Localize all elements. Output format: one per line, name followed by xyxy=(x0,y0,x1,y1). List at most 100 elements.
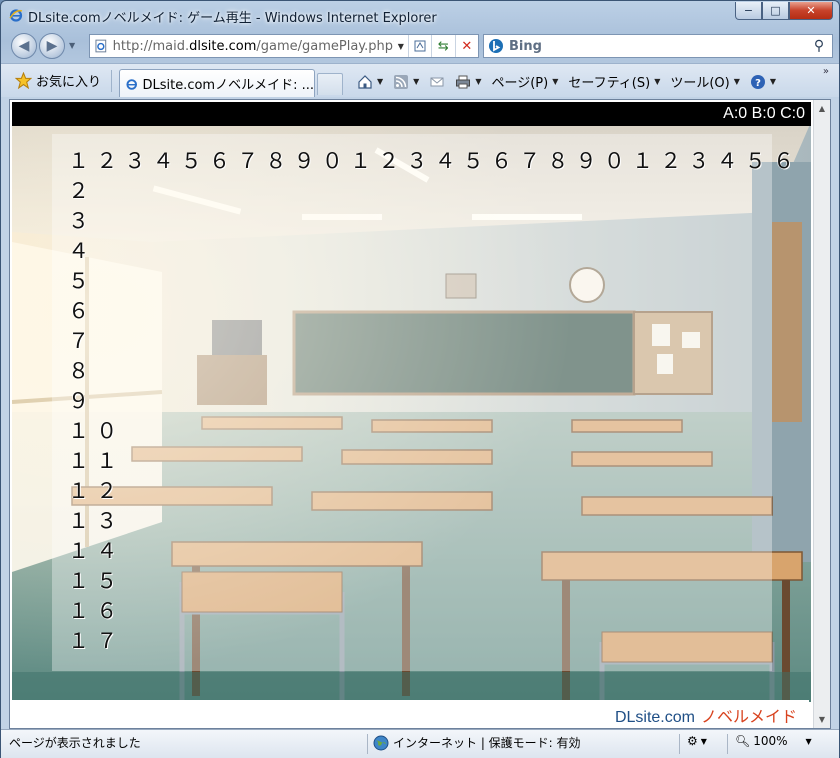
toolbar-separator xyxy=(111,70,112,92)
address-url[interactable]: http://maid.dlsite.com/game/gamePlay.php… xyxy=(113,39,394,54)
chevron-down-icon: ▼ xyxy=(769,77,777,86)
compatibility-icon xyxy=(414,40,426,52)
page-menu[interactable]: ページ(P) ▼ xyxy=(491,72,558,91)
new-tab-button[interactable] xyxy=(317,73,343,95)
security-zone[interactable]: インターネット | 保護モード: 有効 xyxy=(373,734,581,751)
text-line: １１ xyxy=(68,449,125,473)
chevron-down-icon: ▼ xyxy=(413,77,420,86)
text-line: ７ xyxy=(68,329,97,353)
status-separator xyxy=(679,734,680,754)
zoom-level: 100% xyxy=(753,734,788,748)
chevron-down-icon: ▼ xyxy=(377,77,384,86)
title-bar[interactable]: DLsite.comノベルメイド: ゲーム再生 - Windows Intern… xyxy=(1,1,839,29)
text-line: ８ xyxy=(68,359,97,383)
text-line: １５ xyxy=(68,569,125,593)
svg-text:?: ? xyxy=(755,78,761,89)
ie-logo-icon xyxy=(9,9,23,22)
status-bar: ページが表示されました インターネット | 保護モード: 有効 ⚙ ▼ 🔍︎ 1… xyxy=(1,729,839,758)
back-button[interactable]: ◀ xyxy=(11,33,37,59)
arrow-right-icon: ▶ xyxy=(46,38,58,54)
settings-icon: ⚙ xyxy=(687,734,698,748)
game-screen[interactable]: A:0 B:0 C:0 １２３４５６７８９０１２３４５６７８９０１２３４５６ ２… xyxy=(12,102,811,702)
chevron-down-icon: ▼ xyxy=(654,77,661,86)
text-line: ６ xyxy=(68,299,97,323)
status-message: ページが表示されました xyxy=(9,736,141,750)
text-line: １３ xyxy=(68,509,125,533)
brand-main: DLsite.com xyxy=(614,709,695,726)
navigation-bar: ◀ ▶ ▼ http://maid.dlsite.com/game/gamePl… xyxy=(1,29,839,63)
address-bar[interactable]: http://maid.dlsite.com/game/gamePlay.php… xyxy=(89,34,479,58)
score-display: A:0 B:0 C:0 xyxy=(723,105,805,122)
page-icon xyxy=(95,39,107,53)
vertical-scrollbar[interactable]: ▲ ▼ xyxy=(813,100,830,728)
home-button[interactable]: ▼ xyxy=(357,74,383,90)
recent-pages-dropdown[interactable]: ▼ xyxy=(69,41,75,50)
page-viewport: A:0 B:0 C:0 １２３４５６７８９０１２３４５６７８９０１２３４５６ ２… xyxy=(9,99,831,729)
status-separator xyxy=(367,734,368,754)
search-box[interactable]: Bing ⚲ xyxy=(483,34,833,58)
forward-button[interactable]: ▶ xyxy=(39,33,65,59)
text-line: １７ xyxy=(68,629,125,653)
brand-sub: ノベルメイド xyxy=(700,709,797,726)
refresh-icon: ⇆ xyxy=(437,38,449,54)
refresh-button[interactable]: ⇆ xyxy=(431,35,454,57)
popup-blocker-button[interactable]: ⚙ ▼ xyxy=(687,734,710,748)
safety-menu-label: セーフティ(S) xyxy=(568,76,651,91)
minimize-button[interactable]: − xyxy=(735,2,762,20)
search-icon[interactable]: ⚲ xyxy=(806,38,832,54)
chevron-down-icon: ▼ xyxy=(700,736,707,746)
star-icon xyxy=(15,72,32,89)
text-line: １６ xyxy=(68,599,125,623)
home-icon xyxy=(358,74,372,89)
command-bar: お気に入り DLsite.comノベルメイド: ... ▼ ▼ ▼ ページ(P)… xyxy=(1,63,839,97)
text-line: １２３４５６７８９０１２３４５６７８９０１２３４５６ xyxy=(68,149,802,173)
maximize-button[interactable]: □ xyxy=(762,2,789,20)
globe-icon xyxy=(373,735,389,750)
dlsite-logo[interactable]: DLsite.com ノベルメイド xyxy=(615,703,797,727)
chevron-down-icon: ▼ xyxy=(475,77,482,86)
message-window[interactable] xyxy=(52,134,772,671)
chevron-down-icon: ▼ xyxy=(552,77,559,86)
chevron-down-icon: ▼ xyxy=(805,736,812,746)
text-line: ３ xyxy=(68,209,97,233)
close-button[interactable]: ✕ xyxy=(789,2,833,20)
scroll-up-icon[interactable]: ▲ xyxy=(814,100,830,117)
status-separator xyxy=(727,734,728,754)
score-bar: A:0 B:0 C:0 xyxy=(12,102,811,126)
stop-icon: ✕ xyxy=(461,38,473,54)
stop-button[interactable]: ✕ xyxy=(454,35,478,57)
safety-menu[interactable]: セーフティ(S) ▼ xyxy=(568,72,660,91)
help-button[interactable]: ? ▼ xyxy=(750,74,776,90)
feeds-button[interactable]: ▼ xyxy=(393,74,419,90)
favorites-label: お気に入り xyxy=(36,75,102,90)
text-line: ９ xyxy=(68,389,97,413)
scroll-down-icon[interactable]: ▼ xyxy=(814,711,830,728)
browser-window: DLsite.comノベルメイド: ゲーム再生 - Windows Intern… xyxy=(0,0,840,758)
more-commands-icon[interactable]: » xyxy=(823,66,829,77)
text-line: １２ xyxy=(68,479,125,503)
rss-feed-icon xyxy=(394,74,409,89)
tools-menu[interactable]: ツール(O) ▼ xyxy=(670,72,740,91)
search-provider: Bing xyxy=(509,38,542,54)
zoom-icon: 🔍︎ xyxy=(735,734,751,748)
chevron-down-icon: ▼ xyxy=(733,77,740,86)
text-line: ４ xyxy=(68,239,97,263)
mail-button[interactable] xyxy=(429,74,445,90)
compatibility-view-button[interactable] xyxy=(407,35,431,57)
favorites-button[interactable]: お気に入り xyxy=(15,71,101,90)
tab-current[interactable]: DLsite.comノベルメイド: ... xyxy=(119,69,315,97)
help-icon: ? xyxy=(750,74,765,89)
print-button[interactable]: ▼ xyxy=(455,74,481,90)
text-line: １４ xyxy=(68,539,125,563)
page-icon xyxy=(126,78,138,90)
tab-label: DLsite.comノベルメイド: ... xyxy=(142,78,314,93)
bing-icon xyxy=(489,39,503,53)
window-title: DLsite.comノベルメイド: ゲーム再生 - Windows Intern… xyxy=(28,11,437,26)
site-footer: DLsite.com ノベルメイド xyxy=(10,700,809,727)
text-line: １０ xyxy=(68,419,125,443)
text-line: ２ xyxy=(68,179,97,203)
arrow-left-icon: ◀ xyxy=(18,38,30,54)
page-menu-label: ページ(P) xyxy=(491,76,549,91)
zoom-control[interactable]: 🔍︎ 100% ▼ xyxy=(735,734,815,748)
address-dropdown[interactable]: ▼ xyxy=(394,42,408,51)
